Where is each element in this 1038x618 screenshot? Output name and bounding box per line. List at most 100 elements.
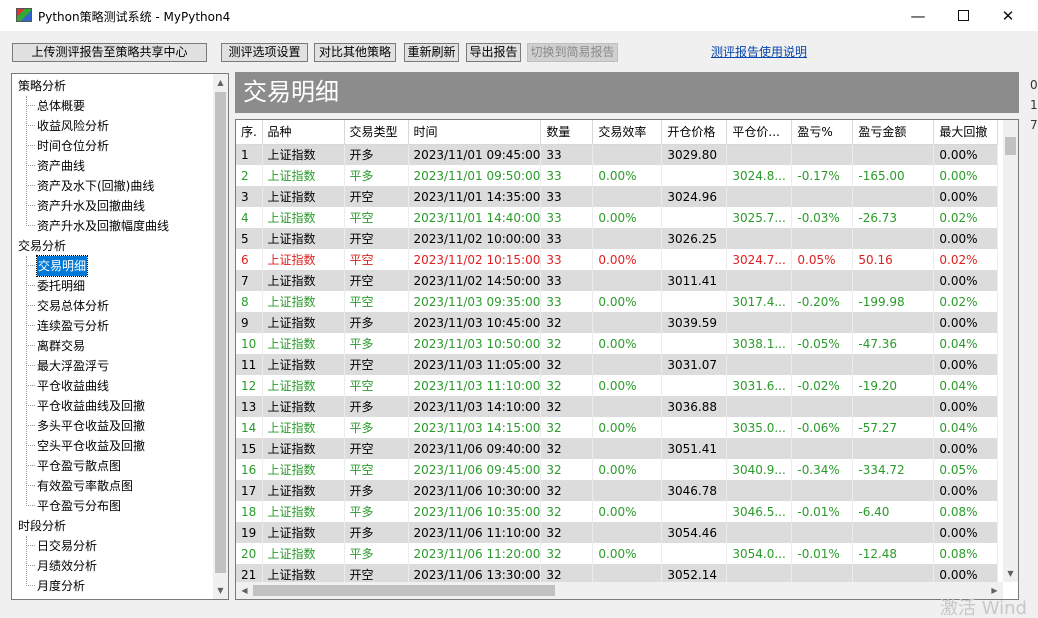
table-row[interactable]: 19 上证指数 开多 2023/11/06 11:10:00 32 3054.46 0.00… [236, 522, 999, 543]
app-icon [16, 8, 32, 22]
tree-item[interactable]: 交易明细 [25, 255, 89, 277]
table-cell: 2023/11/03 09:35:00 [408, 291, 542, 312]
column-header[interactable]: 平仓价... [726, 120, 793, 145]
column-header[interactable]: 交易类型 [344, 120, 409, 145]
table-cell: 开空 [344, 354, 409, 375]
grid-horizontal-scrollbar[interactable]: ◀ ▶ [236, 582, 1003, 599]
table-cell [852, 228, 935, 249]
scroll-down-icon[interactable]: ▼ [213, 582, 228, 599]
tree-item[interactable]: 空头平仓收益及回撤 [25, 436, 145, 456]
table-row[interactable]: 13 上证指数 开多 2023/11/03 14:10:00 32 3036.88 0.00… [236, 396, 999, 417]
tree-item[interactable]: 时间仓位分析 [25, 136, 109, 156]
tree-group[interactable]: 交易分析 [18, 236, 66, 256]
table-cell: 33 [540, 165, 594, 186]
tree-item[interactable]: 平仓收益曲线及回撤 [25, 396, 145, 416]
table-cell: 开空 [344, 270, 409, 291]
table-row[interactable]: 20 上证指数 平多 2023/11/06 11:20:00 32 0.00% 3054.0… [236, 543, 999, 564]
table-row[interactable]: 2 上证指数 平多 2023/11/01 09:50:00 33 0.00% 3024.8.… [236, 165, 999, 186]
table-cell: 上证指数 [262, 249, 345, 270]
tree-item[interactable]: 资产及水下(回撤)曲线 [25, 176, 154, 196]
tree-item[interactable]: 最大浮盈浮亏 [25, 356, 109, 376]
table-row[interactable]: 9 上证指数 开多 2023/11/03 10:45:00 32 3039.59 0.00% [236, 312, 999, 333]
tree-item[interactable]: 有效盈亏率散点图 [25, 476, 133, 496]
column-header[interactable]: 盈亏金额 [852, 120, 935, 145]
tree-item[interactable]: 月绩效分析 [25, 556, 97, 576]
column-header[interactable]: 时间 [408, 120, 542, 145]
table-row[interactable]: 17 上证指数 开多 2023/11/06 10:30:00 32 3046.78 0.00… [236, 480, 999, 501]
maximize-button[interactable] [940, 0, 986, 31]
tree-item[interactable]: 多头平仓收益及回撤 [25, 416, 145, 436]
export-report-button[interactable]: 导出报告 [466, 43, 521, 62]
table-row[interactable]: 7 上证指数 开空 2023/11/02 14:50:00 33 3011.41 0.00% [236, 270, 999, 291]
column-header[interactable]: 数量 [540, 120, 594, 145]
table-cell: 7 [236, 270, 263, 291]
scroll-left-icon[interactable]: ◀ [236, 582, 253, 599]
scroll-down-icon[interactable]: ▼ [1003, 565, 1018, 582]
table-cell: 20 [236, 543, 263, 564]
column-header[interactable]: 品种 [262, 120, 345, 145]
table-cell: -0.34% [791, 459, 854, 480]
table-row[interactable]: 8 上证指数 平空 2023/11/03 09:35:00 33 0.00% 3017.4.… [236, 291, 999, 312]
grid-hscroll-thumb[interactable] [253, 585, 555, 596]
table-cell: 上证指数 [262, 375, 345, 396]
scroll-up-icon[interactable]: ▲ [213, 74, 228, 91]
tree-scroll-thumb[interactable] [215, 92, 226, 573]
tree-item[interactable]: 总体概要 [25, 96, 85, 116]
table-row[interactable]: 5 上证指数 开空 2023/11/02 10:00:00 33 3026.25 0.00% [236, 228, 999, 249]
table-row[interactable]: 14 上证指数 平多 2023/11/03 14:15:00 32 0.00% 3035.0… [236, 417, 999, 438]
tree-item[interactable]: 离群交易 [25, 336, 85, 356]
table-cell [791, 480, 854, 501]
table-cell: 3026.25 [661, 228, 728, 249]
close-button[interactable]: ✕ [985, 0, 1031, 31]
tree-item[interactable]: 平仓盈亏分布图 [25, 496, 121, 516]
table-row[interactable]: 12 上证指数 平空 2023/11/03 11:10:00 32 0.00% 3031.6… [236, 375, 999, 396]
compare-strategy-button[interactable]: 对比其他策略 [314, 43, 396, 62]
simple-report-button[interactable]: 切换到简易报告 [527, 43, 618, 62]
table-row[interactable]: 6 上证指数 平空 2023/11/02 10:15:00 33 0.00% 3024.7.… [236, 249, 999, 270]
tree-item[interactable]: 月度分析 [25, 576, 85, 596]
tree-item[interactable]: 资产曲线 [25, 156, 85, 176]
table-cell: 32 [540, 375, 594, 396]
table-cell: 3031.07 [661, 354, 728, 375]
tree-item[interactable]: 委托明细 [25, 276, 85, 296]
column-header[interactable]: 盈亏% [791, 120, 854, 145]
table-cell: 12 [236, 375, 263, 396]
column-header[interactable]: 最大回撤 [933, 120, 999, 145]
upload-report-button[interactable]: 上传测评报告至策略共享中心 [12, 43, 207, 62]
table-cell: 0.00% [933, 228, 999, 249]
table-row[interactable]: 1 上证指数 开多 2023/11/01 09:45:00 33 3029.80 0.00% [236, 144, 999, 165]
refresh-button[interactable]: 重新刷新 [404, 43, 459, 62]
table-cell: 3038.1... [726, 333, 793, 354]
table-row[interactable]: 16 上证指数 平空 2023/11/06 09:45:00 32 0.00% 3040.9… [236, 459, 999, 480]
table-cell [592, 522, 663, 543]
table-row[interactable]: 18 上证指数 平多 2023/11/06 10:35:00 32 0.00% 3046.5… [236, 501, 999, 522]
column-header[interactable]: 开仓价格 [661, 120, 728, 145]
column-header[interactable]: 交易效率 [592, 120, 663, 145]
grid-vscroll-thumb[interactable] [1005, 137, 1016, 155]
table-row[interactable]: 11 上证指数 开空 2023/11/03 11:05:00 32 3031.07 0.00… [236, 354, 999, 375]
table-cell: 0.02% [933, 249, 999, 270]
table-cell [592, 270, 663, 291]
tree-item[interactable]: 平仓收益曲线 [25, 376, 109, 396]
table-row[interactable]: 15 上证指数 开空 2023/11/06 09:40:00 32 3051.41 0.00… [236, 438, 999, 459]
column-header[interactable]: 序. [236, 120, 263, 145]
minimize-button[interactable]: — [895, 0, 941, 31]
tree-item[interactable]: 收益风险分析 [25, 116, 109, 136]
test-options-button[interactable]: 测评选项设置 [221, 43, 308, 62]
tree-group[interactable]: 策略分析 [18, 76, 66, 96]
tree-item[interactable]: 连续盈亏分析 [25, 316, 109, 336]
tree-item[interactable]: 日交易分析 [25, 536, 97, 556]
tree-item[interactable]: 交易总体分析 [25, 296, 109, 316]
table-cell: -0.17% [791, 165, 854, 186]
help-link[interactable]: 测评报告使用说明 [711, 43, 807, 60]
table-cell [791, 144, 854, 165]
tree-group[interactable]: 时段分析 [18, 516, 66, 536]
table-row[interactable]: 3 上证指数 开空 2023/11/01 14:35:00 33 3024.96 0.00% [236, 186, 999, 207]
tree-scrollbar[interactable]: ▲ ▼ [213, 74, 228, 599]
tree-item[interactable]: 资产升水及回撤幅度曲线 [25, 216, 169, 236]
tree-item[interactable]: 资产升水及回撤曲线 [25, 196, 145, 216]
tree-item[interactable]: 平仓盈亏散点图 [25, 456, 121, 476]
table-row[interactable]: 10 上证指数 平多 2023/11/03 10:50:00 32 0.00% 3038.1… [236, 333, 999, 354]
grid-vertical-scrollbar[interactable]: ▼ [1003, 120, 1018, 582]
table-row[interactable]: 4 上证指数 平空 2023/11/01 14:40:00 33 0.00% 3025.7.… [236, 207, 999, 228]
